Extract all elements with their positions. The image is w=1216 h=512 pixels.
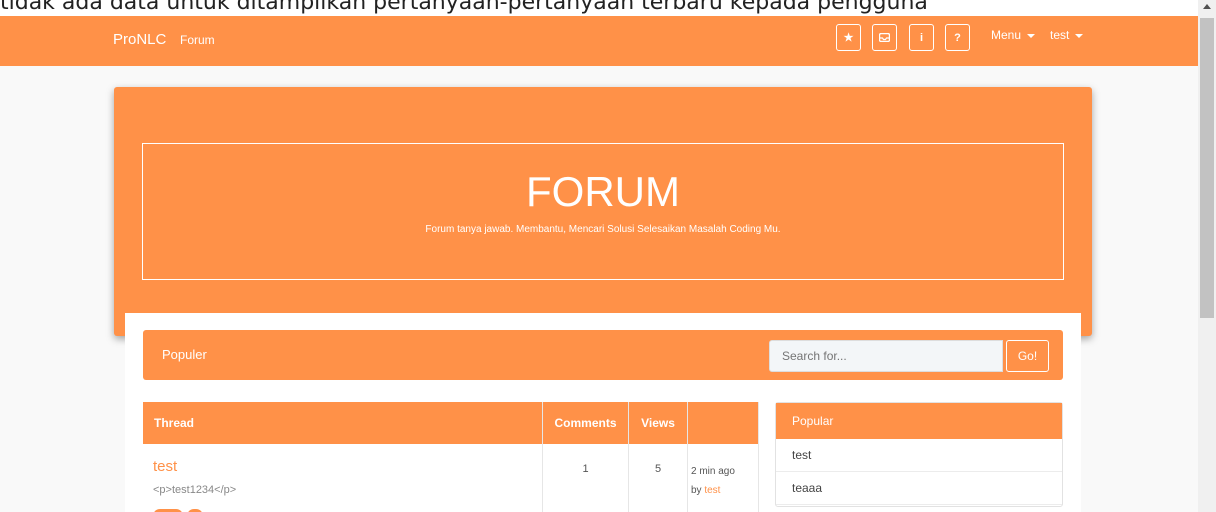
info-icon[interactable]: i xyxy=(909,24,934,51)
time-column-header xyxy=(688,402,759,444)
search-input[interactable] xyxy=(769,340,1003,372)
thread-title-link[interactable]: test xyxy=(153,458,177,475)
user-dropdown[interactable]: test xyxy=(1050,28,1084,42)
column-divider xyxy=(758,402,759,512)
time-ago: 2 min ago xyxy=(691,466,735,477)
column-divider xyxy=(628,402,629,512)
popular-panel-title: Popular xyxy=(776,403,1062,439)
list-item[interactable]: teaaa xyxy=(776,472,1062,505)
scroll-up-arrow-icon[interactable] xyxy=(1203,4,1211,9)
help-icon[interactable]: ? xyxy=(945,24,970,51)
chevron-down-icon xyxy=(1075,33,1084,38)
caption-strip: tidak ada data untuk ditampilkan pertany… xyxy=(0,0,1198,16)
thread-column-header: Thread xyxy=(143,402,542,444)
author-link[interactable]: test xyxy=(704,485,720,496)
views-count: 5 xyxy=(654,463,662,475)
populer-bar: Populer Go! xyxy=(143,330,1063,380)
nav-forum-link[interactable]: Forum xyxy=(180,33,215,47)
page-scrollbar[interactable] xyxy=(1198,0,1216,512)
jumbotron-frame: FORUM Forum tanya jawab. Membantu, Menca… xyxy=(142,143,1064,280)
forum-jumbotron: FORUM Forum tanya jawab. Membantu, Menca… xyxy=(114,87,1092,336)
chevron-down-icon xyxy=(1027,33,1036,38)
thread-table: Thread Comments Views test <p>test1234</… xyxy=(143,402,759,512)
star-icon[interactable]: ★ xyxy=(836,24,861,51)
comments-count: 1 xyxy=(582,463,589,475)
thread-author: by test xyxy=(691,485,721,496)
popular-panel: Popular test teaaa xyxy=(775,402,1063,507)
brand-link[interactable]: ProNLC xyxy=(113,31,166,48)
list-item[interactable]: test xyxy=(776,439,1062,472)
caption-text: tidak ada data untuk ditampilkan pertany… xyxy=(0,0,928,15)
thread-time: 2 min ago by test xyxy=(691,462,735,500)
thread-excerpt: <p>test1234</p> xyxy=(153,484,237,496)
column-divider xyxy=(542,402,543,512)
top-navbar: ProNLC Forum ★ i ? Menu test xyxy=(0,16,1198,66)
menu-dropdown[interactable]: Menu xyxy=(991,28,1036,42)
go-button[interactable]: Go! xyxy=(1006,340,1049,372)
views-column-header: Views xyxy=(629,402,687,444)
comments-column-header: Comments xyxy=(543,402,628,444)
inbox-icon[interactable] xyxy=(872,24,897,51)
page-subtitle: Forum tanya jawab. Membantu, Mencari Sol… xyxy=(425,224,781,235)
populer-label: Populer xyxy=(162,347,207,362)
content-card: Populer Go! Thread Comments Views test <… xyxy=(125,313,1081,512)
page-title: FORUM xyxy=(526,168,680,215)
scroll-thumb[interactable] xyxy=(1200,18,1214,318)
column-divider xyxy=(687,402,688,512)
